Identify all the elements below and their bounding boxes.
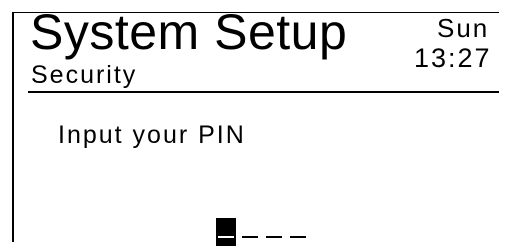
pin-placeholder-dash (266, 236, 282, 238)
header-divider (28, 91, 499, 93)
pin-prompt: Input your PIN (58, 121, 246, 149)
pin-placeholder-dash (242, 236, 258, 238)
weekday-label: Sun (437, 13, 490, 43)
section-subtitle: Security (31, 61, 138, 89)
pin-placeholder-dash (290, 236, 306, 238)
page-title: System Setup (30, 4, 348, 60)
clock-time: 13:27 (414, 43, 492, 73)
pin-placeholder-dash (218, 236, 234, 238)
system-setup-screen: System Setup Security Sun 13:27 Input yo… (0, 0, 511, 246)
left-frame-line (12, 12, 14, 242)
